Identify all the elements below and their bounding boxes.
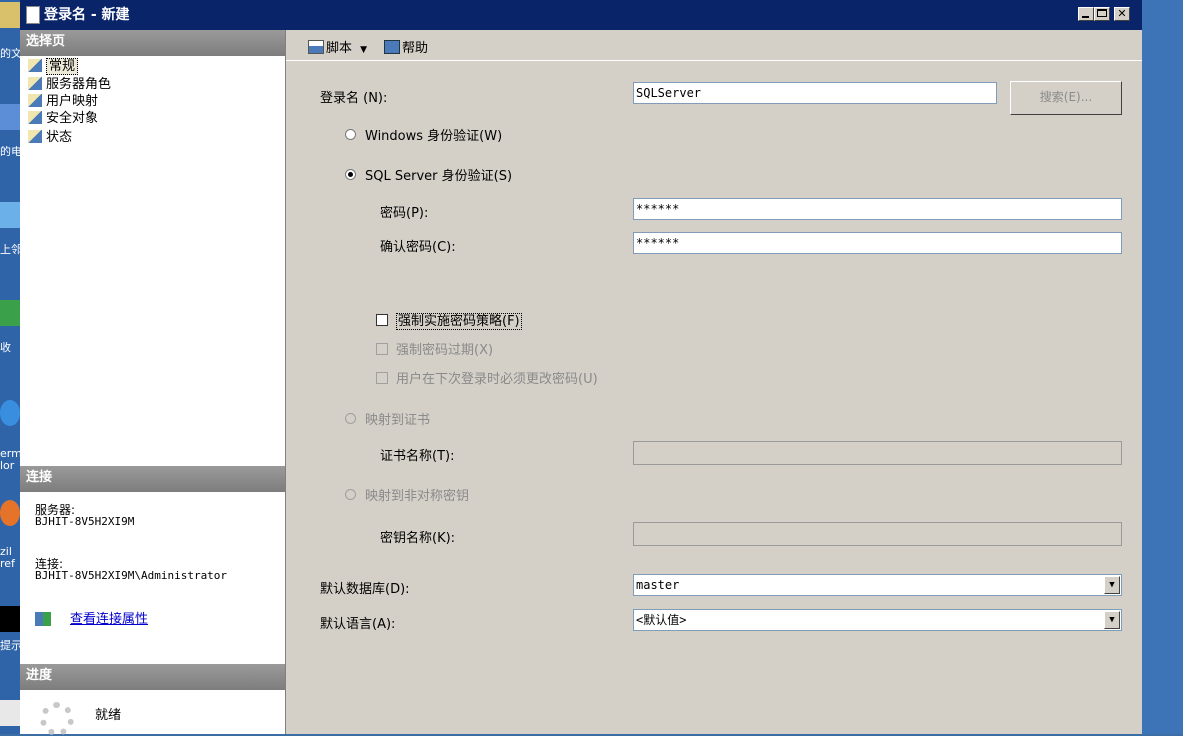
desktop-notepad-icon[interactable]: [0, 700, 20, 726]
page-icon: [28, 77, 42, 90]
select-page-header: 选择页: [20, 30, 285, 56]
desktop-label-documents: 的文: [0, 48, 20, 60]
close-icon: ✕: [1117, 7, 1127, 20]
default-db-label: 默认数据库(D):: [320, 582, 410, 597]
page-item-general[interactable]: 常规: [28, 58, 79, 75]
connection-value: BJHIT-8V5H2XI9M\Administrator: [35, 569, 228, 582]
desktop-computer-icon[interactable]: [0, 104, 20, 130]
desktop-label-cmd: 提示: [0, 640, 20, 652]
window-title: 登录名 - 新建: [44, 7, 130, 23]
desktop-strip: 的文 的电 上邻 收 erm lor zil ref 提示: [0, 0, 20, 734]
minimize-icon: [1082, 16, 1089, 18]
enforce-policy-label-wrap: 强制实施密码策略(F): [396, 310, 522, 330]
desktop-ie-icon[interactable]: [0, 400, 20, 426]
help-icon: [384, 40, 400, 54]
left-pane: 选择页 常规 服务器角色 用户映射 安全对象 状态 连接 服务器: BJHIT-…: [20, 30, 286, 736]
toolbar: 脚本 ▼ 帮助: [286, 30, 1142, 61]
page-icon: [28, 111, 42, 124]
close-button[interactable]: ✕: [1114, 7, 1130, 21]
default-lang-select[interactable]: <默认值> ▼: [633, 609, 1122, 631]
login-name-input[interactable]: SQLServer: [633, 82, 997, 104]
must-change-checkbox[interactable]: [376, 372, 388, 384]
password-input[interactable]: ******: [633, 198, 1122, 220]
progress-header: 进度: [20, 664, 285, 690]
chevron-down-icon: ▼: [1104, 576, 1120, 594]
default-db-select[interactable]: master ▼: [633, 574, 1122, 596]
page-icon: [28, 94, 42, 107]
login-name-label: 登录名 (N):: [320, 91, 388, 106]
login-new-window: 登录名 - 新建 ✕ 选择页 常规 服务器角色 用户映射 安全对象 状态 连接: [20, 0, 1142, 736]
help-label: 帮助: [402, 41, 429, 56]
page-icon: [28, 59, 42, 72]
must-change-label: 用户在下次登录时必须更改密码(U): [396, 372, 598, 387]
page-icon: [28, 130, 42, 143]
map-cert-label: 映射到证书: [365, 413, 431, 428]
page-item-label: 常规: [46, 58, 79, 75]
connection-info: 连接: BJHIT-8V5H2XI9M\Administrator: [35, 558, 227, 582]
search-button[interactable]: 搜索(E)...: [1010, 81, 1122, 115]
server-info: 服务器: BJHIT-8V5H2XI9M: [35, 504, 134, 528]
page-item-label: 用户映射: [46, 94, 99, 109]
chevron-down-icon: ▼: [360, 45, 368, 55]
desktop-label-computer: 的电: [0, 146, 20, 158]
progress-spinner-icon: [40, 702, 74, 736]
connection-header: 连接: [20, 466, 285, 492]
default-lang-label: 默认语言(A):: [320, 617, 396, 632]
desktop-label-network: 上邻: [0, 244, 20, 256]
maximize-icon: [1097, 9, 1107, 17]
windows-auth-label: Windows 身份验证(W): [365, 129, 503, 144]
enforce-policy-checkbox[interactable]: [376, 314, 388, 326]
page-item-user-mapping[interactable]: 用户映射: [28, 93, 98, 110]
sql-auth-radio[interactable]: [345, 169, 356, 180]
default-lang-value: <默认值>: [636, 613, 687, 627]
enforce-expiration-label: 强制密码过期(X): [396, 343, 494, 358]
page-item-label: 安全对象: [46, 111, 99, 126]
password-label: 密码(P):: [380, 206, 429, 221]
window-icon: [26, 6, 40, 24]
confirm-password-label: 确认密码(C):: [380, 240, 456, 255]
script-button[interactable]: 脚本 ▼: [308, 37, 367, 56]
maximize-button[interactable]: [1094, 7, 1110, 21]
key-name-input[interactable]: [633, 522, 1122, 546]
page-item-label: 服务器角色: [46, 77, 112, 92]
enforce-expiration-checkbox[interactable]: [376, 343, 388, 355]
desktop-label-recycle: 收: [0, 342, 11, 354]
chevron-down-icon: ▼: [1104, 611, 1120, 629]
view-connection-properties-link[interactable]: 查看连接属性: [70, 608, 148, 627]
default-db-value: master: [636, 578, 680, 592]
windows-auth-radio[interactable]: [345, 129, 356, 140]
enforce-policy-label: 强制实施密码策略(F): [396, 313, 522, 330]
desktop-label-ie: erm lor: [0, 448, 20, 472]
script-label: 脚本: [326, 41, 353, 56]
page-item-status[interactable]: 状态: [28, 129, 72, 146]
minimize-button[interactable]: [1078, 7, 1094, 21]
desktop-label-firefox: zil ref: [0, 546, 15, 570]
desktop-network-icon[interactable]: [0, 202, 20, 228]
help-button[interactable]: 帮助: [384, 37, 428, 56]
sql-auth-label: SQL Server 身份验证(S): [365, 169, 513, 184]
connection-properties-icon: [35, 612, 51, 626]
desktop-documents-icon[interactable]: [0, 2, 20, 28]
desktop-right-area: [1142, 0, 1183, 734]
script-icon: [308, 40, 324, 54]
confirm-password-input[interactable]: ******: [633, 232, 1122, 254]
general-page-form: 登录名 (N): SQLServer 搜索(E)... Windows 身份验证…: [286, 61, 1142, 734]
page-item-server-roles[interactable]: 服务器角色: [28, 76, 111, 93]
cert-name-input[interactable]: [633, 441, 1122, 465]
page-item-securables[interactable]: 安全对象: [28, 110, 98, 127]
key-name-label: 密钥名称(K):: [380, 531, 456, 546]
map-asym-key-label: 映射到非对称密钥: [365, 489, 470, 504]
desktop-cmd-icon[interactable]: [0, 606, 20, 632]
desktop-recycle-icon[interactable]: [0, 300, 20, 326]
map-cert-radio[interactable]: [345, 413, 356, 424]
page-item-label: 状态: [46, 130, 73, 145]
title-bar[interactable]: 登录名 - 新建 ✕: [20, 0, 1142, 30]
desktop-firefox-icon[interactable]: [0, 500, 20, 526]
map-asym-key-radio[interactable]: [345, 489, 356, 500]
server-value: BJHIT-8V5H2XI9M: [35, 515, 135, 528]
cert-name-label: 证书名称(T):: [380, 449, 455, 464]
progress-status: 就绪: [95, 708, 122, 723]
